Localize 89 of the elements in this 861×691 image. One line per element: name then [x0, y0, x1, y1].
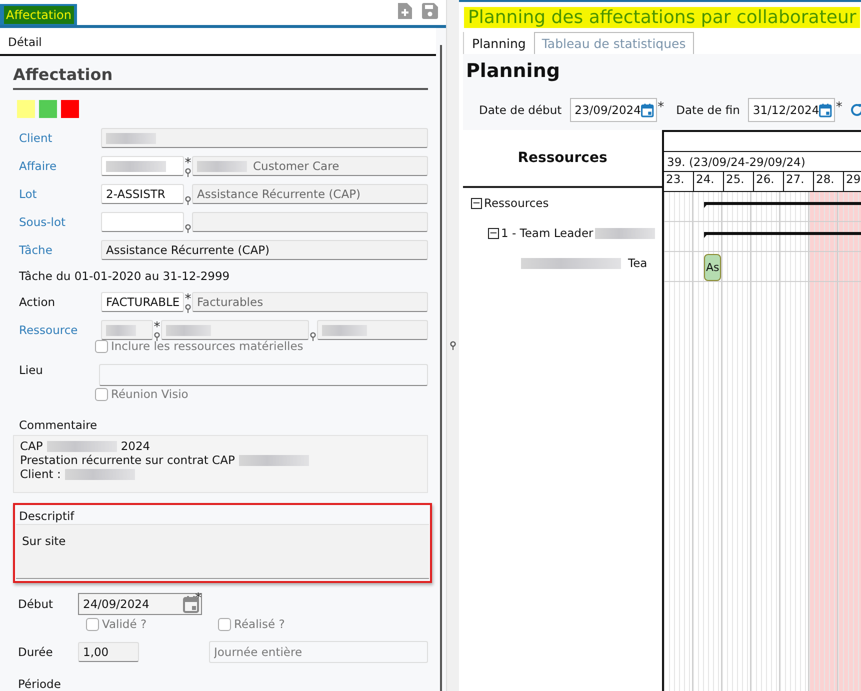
- collapse-toggle[interactable]: −: [488, 228, 499, 238]
- field-label: Date de fin: [676, 103, 740, 117]
- input-field[interactable]: [101, 320, 153, 340]
- field-link[interactable]: Tâche: [13, 243, 101, 257]
- comment-textarea[interactable]: CAP 2024 Prestation récurrente sur contrat CAP Client :: [13, 435, 428, 493]
- field-label: Action: [18, 295, 56, 309]
- field-label: Commentaire: [18, 417, 98, 434]
- calendar-icon[interactable]: [819, 102, 832, 118]
- checkbox[interactable]: Inclure les ressources matérielles: [95, 339, 304, 353]
- field-link[interactable]: Client: [13, 131, 101, 145]
- collapse-toggle[interactable]: −: [471, 198, 482, 208]
- tree-item[interactable]: Ressources: [484, 196, 549, 210]
- panel-tab[interactable]: Affectation: [0, 4, 77, 25]
- tree-item[interactable]: Tea: [628, 256, 648, 270]
- input-field[interactable]: 2-ASSISTR: [101, 184, 184, 204]
- input-field[interactable]: Customer Care: [192, 156, 428, 176]
- day-header: 29: [844, 172, 861, 191]
- input-field[interactable]: [192, 212, 428, 232]
- comment-text: Client :: [20, 467, 61, 481]
- input-field[interactable]: [317, 320, 428, 340]
- section-title: Détail: [0, 28, 436, 56]
- date-range-text: Tâche du 01-01-2020 au 31-12-2999: [19, 269, 230, 283]
- input-field[interactable]: [99, 364, 428, 386]
- field-link[interactable]: Lot: [13, 187, 101, 201]
- calendar-icon[interactable]: [640, 102, 654, 118]
- field-link[interactable]: Sous-lot: [13, 215, 101, 229]
- field-label: Début: [17, 597, 54, 611]
- description-textarea[interactable]: Sur site: [16, 524, 429, 579]
- color-swatch[interactable]: [17, 100, 35, 118]
- day-header: 27.: [784, 172, 814, 191]
- pin-icon[interactable]: [185, 196, 191, 205]
- day-header: 23.: [664, 172, 694, 191]
- form-heading: Affectation: [13, 56, 428, 90]
- comment-text: Prestation récurrente sur contrat CAP: [20, 453, 235, 467]
- task-bar[interactable]: As: [704, 254, 722, 281]
- tree-item[interactable]: 1 - Team Leader: [501, 226, 594, 240]
- field-label: Lieu: [18, 362, 44, 377]
- blurred-text: [64, 468, 135, 480]
- date-field[interactable]: 23/09/2024: [570, 98, 657, 122]
- blurred-text: [197, 160, 247, 172]
- input-field[interactable]: Facturables: [192, 292, 428, 312]
- color-swatch[interactable]: [39, 100, 57, 118]
- field-link[interactable]: Affaire: [13, 159, 101, 173]
- page-heading: Planning: [465, 59, 561, 84]
- input-field[interactable]: FACTURABLE: [101, 292, 184, 312]
- input-field[interactable]: 1,00: [78, 642, 139, 662]
- refresh-icon[interactable]: [850, 103, 861, 117]
- day-header: 26.: [754, 172, 784, 191]
- tab-label: Affectation: [4, 6, 74, 24]
- panel-title: Planning des affectations par collaborateur: [464, 7, 860, 28]
- checkbox[interactable]: Validé ?: [86, 617, 218, 631]
- pin-icon[interactable]: [310, 332, 316, 341]
- blurred-text: [166, 324, 211, 336]
- save-icon[interactable]: [422, 3, 438, 19]
- new-document-icon[interactable]: [398, 3, 412, 19]
- pin-icon[interactable]: [185, 168, 191, 177]
- checkbox[interactable]: Réunion Visio: [95, 387, 188, 401]
- blurred-text: [322, 324, 367, 336]
- pin-icon[interactable]: [185, 304, 191, 313]
- color-swatch[interactable]: [61, 100, 79, 118]
- input-field[interactable]: Assistance Récurrente (CAP): [101, 240, 428, 260]
- input-field[interactable]: Assistance Récurrente (CAP): [192, 184, 428, 204]
- blurred-text: [46, 440, 117, 452]
- checkbox[interactable]: Réalisé ?: [218, 617, 350, 631]
- input-field[interactable]: [161, 320, 309, 340]
- pin-icon[interactable]: [450, 341, 456, 350]
- day-header: 25.: [724, 172, 754, 191]
- field-label: Durée: [17, 645, 54, 659]
- pin-icon[interactable]: [185, 224, 191, 233]
- date-field[interactable]: 31/12/2024: [748, 98, 835, 122]
- input-field[interactable]: [101, 212, 184, 232]
- comment-text: CAP: [20, 439, 43, 453]
- blurred-text: [106, 324, 136, 336]
- comment-text: 2024: [120, 439, 150, 453]
- day-header: 28.: [814, 172, 844, 191]
- column-header: Ressources: [463, 130, 662, 188]
- field-label: Date de début: [479, 103, 562, 117]
- input-field[interactable]: [101, 156, 184, 176]
- field-label: Période: [17, 676, 62, 691]
- input-field[interactable]: [101, 128, 428, 148]
- blurred-text: [106, 160, 166, 172]
- field-link[interactable]: Ressource: [13, 323, 101, 337]
- week-header: 39. (23/09/24-29/09/24): [664, 152, 861, 172]
- pin-icon[interactable]: [154, 332, 160, 341]
- day-header: 24.: [694, 172, 724, 191]
- scrollbar[interactable]: [440, 45, 442, 691]
- blurred-text: [106, 132, 156, 144]
- field-label: Descriptif: [18, 508, 76, 524]
- blurred-text: [238, 454, 309, 466]
